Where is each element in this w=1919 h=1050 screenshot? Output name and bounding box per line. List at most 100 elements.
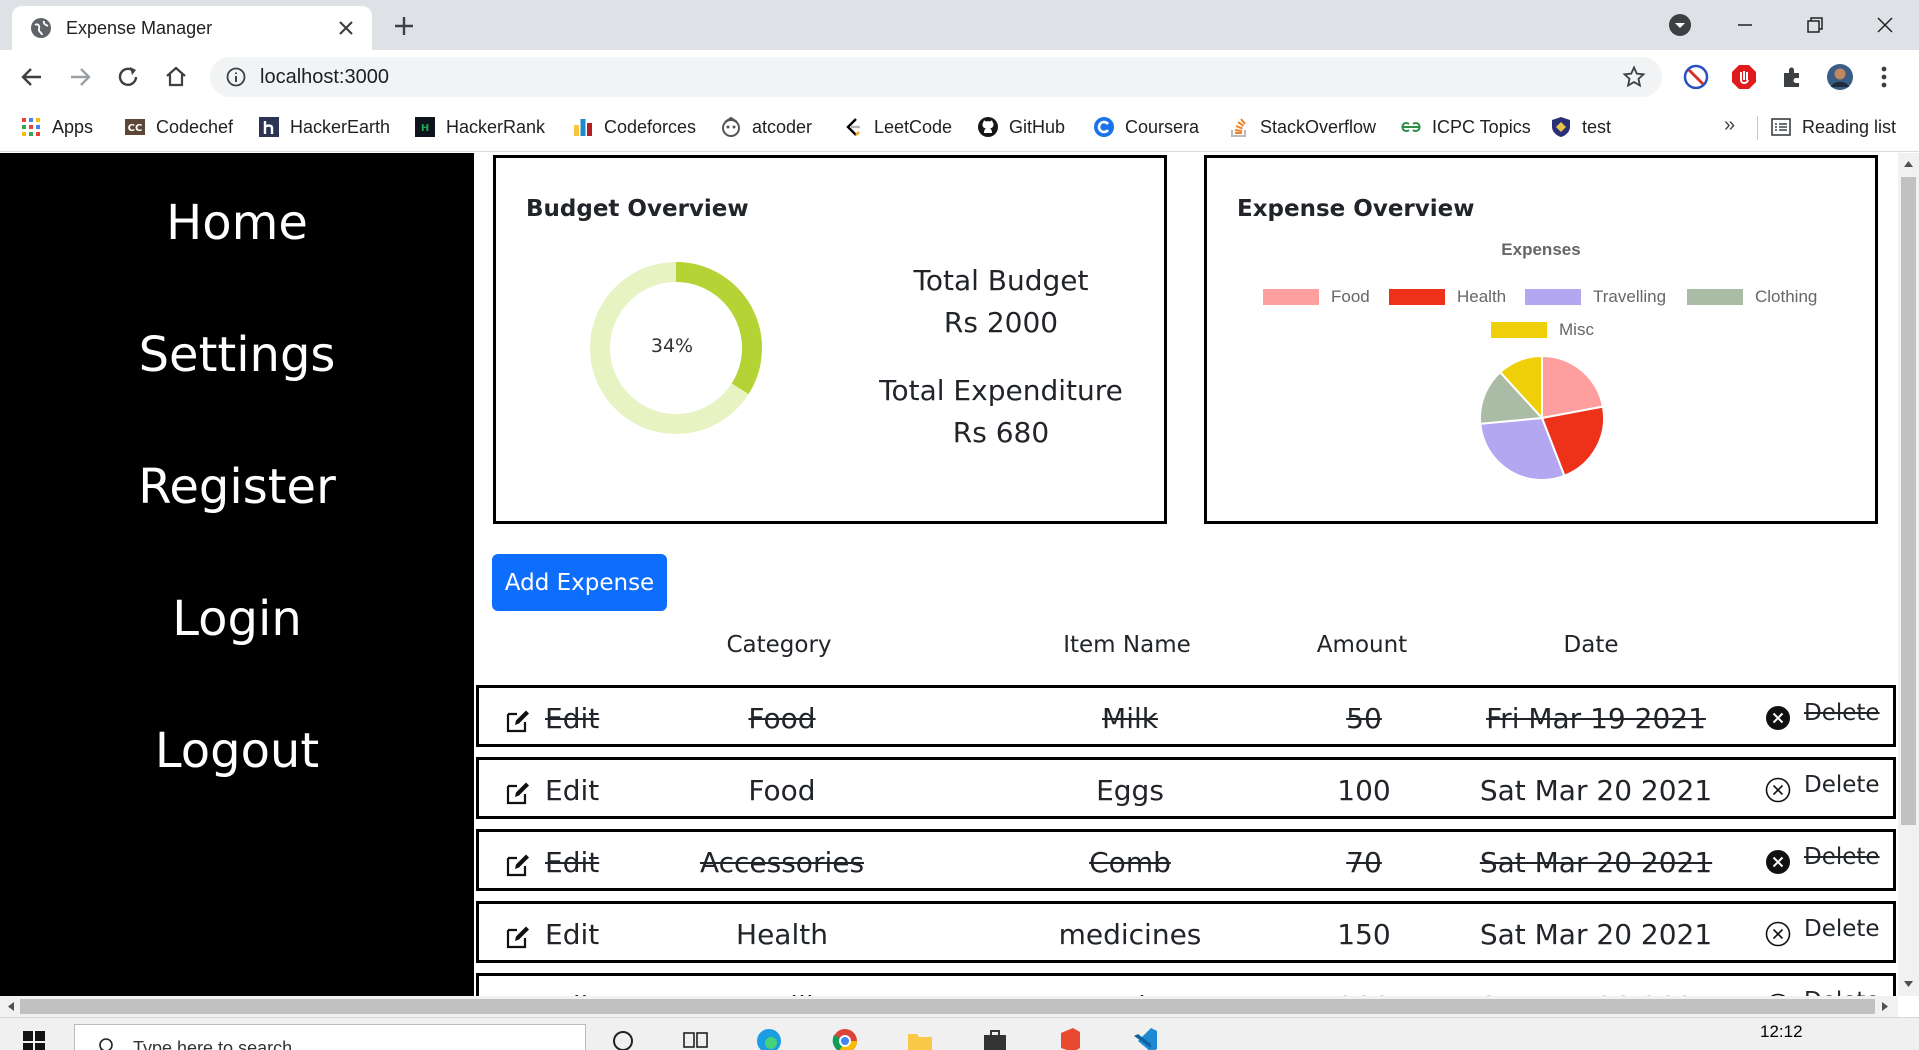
delete-button[interactable]: Delete <box>1804 772 1880 798</box>
bookmark-hackerearth[interactable]: HackerEarth <box>258 114 390 140</box>
address-bar[interactable]: localhost:3000 <box>210 57 1662 97</box>
browser-tab[interactable]: Expense Manager <box>12 6 372 50</box>
edit-pencil-icon[interactable] <box>505 924 531 950</box>
legend-swatch <box>1263 289 1319 305</box>
task-view-icon[interactable] <box>680 1024 710 1050</box>
restore-icon[interactable] <box>1800 10 1830 40</box>
vertical-scroll-thumb[interactable] <box>1901 177 1916 825</box>
legend-item-health[interactable]: Health <box>1389 287 1506 307</box>
delete-button[interactable]: Delete <box>1804 988 1880 996</box>
edit-pencil-icon[interactable] <box>505 708 531 734</box>
scroll-down-arrow-icon[interactable] <box>1903 979 1914 989</box>
delete-circle-x-icon[interactable] <box>1765 849 1791 875</box>
bookmark-stackoverflow[interactable]: StackOverflow <box>1228 114 1376 140</box>
vscode-icon[interactable] <box>1130 1024 1160 1050</box>
edit-pencil-icon[interactable] <box>505 852 531 878</box>
windows-start-icon[interactable] <box>22 1030 46 1050</box>
sidebar-item-settings[interactable]: Settings <box>0 327 474 383</box>
edit-button[interactable]: Edit <box>545 702 599 735</box>
legend-item-misc[interactable]: Misc <box>1491 320 1594 340</box>
scroll-left-arrow-icon[interactable] <box>6 1001 16 1012</box>
delete-circle-x-icon[interactable] <box>1765 777 1791 803</box>
sidebar-item-login[interactable]: Login <box>0 591 474 647</box>
table-row[interactable]: Edit Health medicines 150 Sat Mar 20 2021 Del… <box>476 901 1896 963</box>
bookmark-atcoder[interactable]: atcoder <box>720 114 812 140</box>
reading-list-button[interactable]: Reading list <box>1770 114 1896 140</box>
new-tab-icon[interactable] <box>390 12 418 40</box>
legend-label: Health <box>1457 287 1507 306</box>
forward-arrow-icon[interactable] <box>66 63 94 91</box>
delete-button[interactable]: Delete <box>1804 916 1880 942</box>
kebab-menu-icon[interactable] <box>1870 63 1898 91</box>
edge-browser-icon[interactable] <box>754 1024 784 1050</box>
delete-button[interactable]: Delete <box>1804 700 1880 726</box>
bookmark-codeforces[interactable]: Codeforces <box>572 114 696 140</box>
office-icon[interactable] <box>1055 1024 1085 1050</box>
bookmark-star-icon[interactable] <box>1622 65 1646 89</box>
horizontal-scrollbar[interactable] <box>0 996 1898 1017</box>
scroll-up-arrow-icon[interactable] <box>1903 159 1914 169</box>
row-amount: 70 <box>1346 846 1382 879</box>
close-tab-icon[interactable] <box>334 16 358 40</box>
bookmark-github[interactable]: GitHub <box>977 114 1065 140</box>
cortana-icon[interactable] <box>608 1024 638 1050</box>
minimize-icon[interactable] <box>1730 10 1760 40</box>
taskbar-search-box[interactable]: Type here to search <box>74 1024 586 1050</box>
svg-text:H: H <box>421 123 429 134</box>
info-icon[interactable] <box>226 67 246 87</box>
bookmark-label: ICPC Topics <box>1432 116 1531 137</box>
bookmark-leetcode[interactable]: LeetCode <box>842 114 952 140</box>
add-expense-button[interactable]: Add Expense <box>492 554 667 611</box>
sidebar-item-register[interactable]: Register <box>0 459 474 515</box>
bookmarks-overflow-chevron[interactable]: » <box>1724 114 1735 137</box>
home-icon[interactable] <box>162 63 190 91</box>
sidebar-item-home[interactable]: Home <box>0 195 474 251</box>
extensions-puzzle-icon[interactable] <box>1778 63 1806 91</box>
delete-circle-x-icon[interactable] <box>1765 921 1791 947</box>
bookmark-coursera[interactable]: Coursera <box>1093 114 1199 140</box>
atcoder-icon <box>722 116 740 137</box>
bookmark-codechef[interactable]: CC Codechef <box>124 114 233 140</box>
edit-pencil-icon[interactable] <box>505 780 531 806</box>
bookmark-apps[interactable]: Apps <box>20 114 93 140</box>
sidebar-item-logout[interactable]: Logout <box>0 723 474 779</box>
table-row[interactable]: Edit Food Eggs 100 Sat Mar 20 2021 Delete <box>476 757 1896 819</box>
file-explorer-icon[interactable] <box>905 1024 935 1050</box>
legend-item-food[interactable]: Food <box>1263 287 1370 307</box>
bookmark-label: HackerEarth <box>290 116 391 137</box>
github-icon <box>978 117 998 137</box>
edit-button[interactable]: Edit <box>545 846 599 879</box>
scroll-right-arrow-icon[interactable] <box>1880 1001 1890 1012</box>
bookmark-icpc-topics[interactable]: ICPC Topics <box>1400 114 1531 140</box>
bookmark-label: Coursera <box>1125 116 1200 137</box>
horizontal-scroll-thumb[interactable] <box>20 999 1875 1014</box>
back-arrow-icon[interactable] <box>18 63 46 91</box>
table-row[interactable]: Edit Accessories Comb 70 Sat Mar 20 2021 Dele… <box>476 829 1896 891</box>
coursera-icon <box>1094 117 1114 137</box>
hackerrank-icon: H <box>415 117 435 137</box>
chrome-browser-icon[interactable] <box>830 1024 860 1050</box>
adblock-extension-icon[interactable] <box>1730 63 1758 91</box>
close-window-icon[interactable] <box>1870 10 1900 40</box>
edit-button[interactable]: Edit <box>545 918 599 951</box>
bookmark-test[interactable]: test <box>1550 114 1611 140</box>
row-item-name: Comb <box>1089 846 1171 879</box>
avatar[interactable] <box>1826 63 1854 91</box>
table-row[interactable]: EditTravellingTrain200Sat Mar 20 2021Del… <box>476 973 1896 996</box>
vertical-scrollbar[interactable] <box>1898 153 1919 996</box>
reload-icon[interactable] <box>114 63 142 91</box>
store-icon[interactable] <box>980 1024 1010 1050</box>
url-text[interactable]: localhost:3000 <box>260 66 389 89</box>
legend-item-travelling[interactable]: Travelling <box>1525 287 1666 307</box>
delete-circle-x-icon[interactable] <box>1765 705 1791 731</box>
tab-search-icon[interactable] <box>1667 12 1693 38</box>
bookmark-hackerrank[interactable]: H HackerRank <box>414 114 545 140</box>
total-expenditure-label: Total Expenditure <box>879 374 1123 407</box>
table-row[interactable]: Edit Food Milk 50 Fri Mar 19 2021 Delete <box>476 685 1896 747</box>
edit-button[interactable]: Edit <box>545 774 599 807</box>
codechef-icon: CC <box>125 119 145 135</box>
expense-overview-card: Expense Overview Expenses Food Health Tr… <box>1204 155 1878 524</box>
legend-item-clothing[interactable]: Clothing <box>1687 287 1817 307</box>
blocker-extension-icon[interactable] <box>1682 63 1710 91</box>
delete-button[interactable]: Delete <box>1804 844 1880 870</box>
